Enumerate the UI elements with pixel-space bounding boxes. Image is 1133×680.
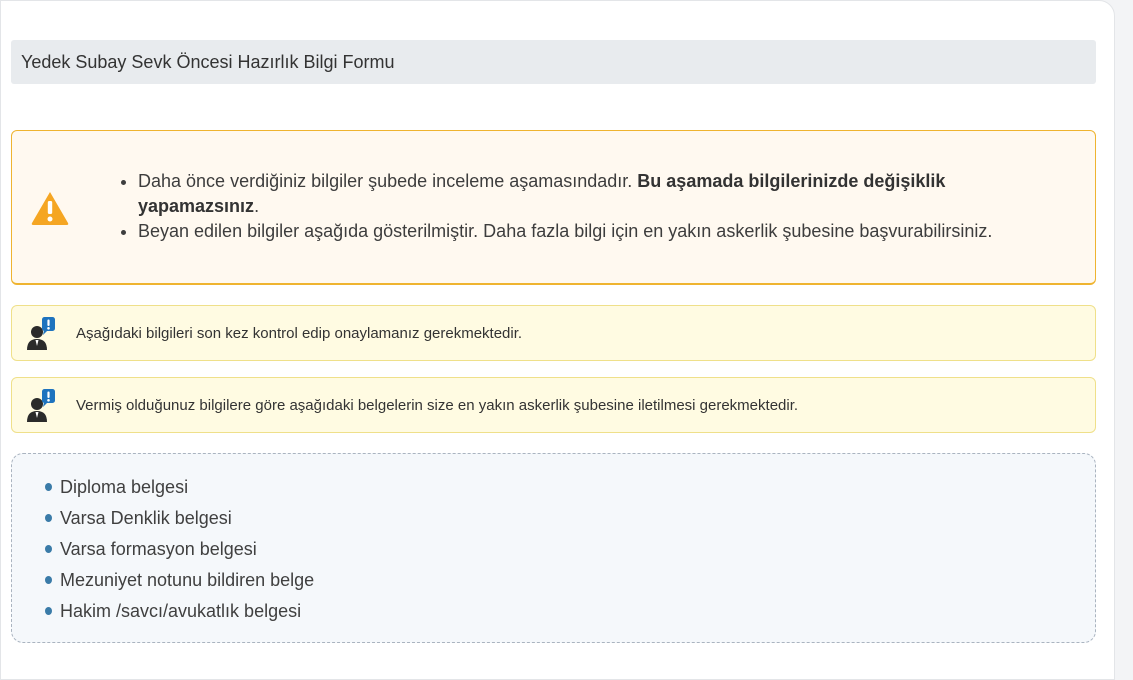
page-title-bar: Yedek Subay Sevk Öncesi Hazırlık Bilgi F… [11, 40, 1096, 84]
person-alert-icon [27, 389, 55, 422]
document-list: Diploma belgesi Varsa Denklik belgesi Va… [45, 472, 314, 627]
notice-confirm: Aşağıdaki bilgileri son kez kontrol edip… [11, 305, 1096, 361]
required-documents-box: Diploma belgesi Varsa Denklik belgesi Va… [11, 453, 1096, 643]
list-item: Varsa Denklik belgesi [45, 503, 314, 534]
warning-triangle-icon [31, 192, 69, 225]
bullet-icon [45, 575, 52, 584]
notice-text: Aşağıdaki bilgileri son kez kontrol edip… [76, 324, 523, 342]
page-title: Yedek Subay Sevk Öncesi Hazırlık Bilgi F… [21, 51, 395, 72]
bullet-icon [45, 606, 52, 615]
notice-text: Vermiş olduğunuz bilgilere göre aşağıdak… [76, 396, 799, 414]
warning-item: Beyan edilen bilgiler aşağıda gösterilmi… [138, 219, 1058, 244]
warning-item: Daha önce verdiğiniz bilgiler şubede inc… [138, 169, 1058, 219]
bullet-icon [45, 513, 52, 522]
list-item: Mezuniyet notunu bildiren belge [45, 565, 314, 596]
list-item: Diploma belgesi [45, 472, 314, 503]
warning-list: Daha önce verdiğiniz bilgiler şubede inc… [138, 169, 1058, 244]
list-item: Varsa formasyon belgesi [45, 534, 314, 565]
notice-documents: Vermiş olduğunuz bilgilere göre aşağıdak… [11, 377, 1096, 433]
form-card: Yedek Subay Sevk Öncesi Hazırlık Bilgi F… [0, 0, 1115, 680]
bullet-icon [45, 544, 52, 553]
person-alert-icon [27, 317, 55, 350]
warning-alert: Daha önce verdiğiniz bilgiler şubede inc… [11, 130, 1096, 285]
list-item: Hakim /savcı/avukatlık belgesi [45, 596, 314, 627]
bullet-icon [45, 482, 52, 491]
